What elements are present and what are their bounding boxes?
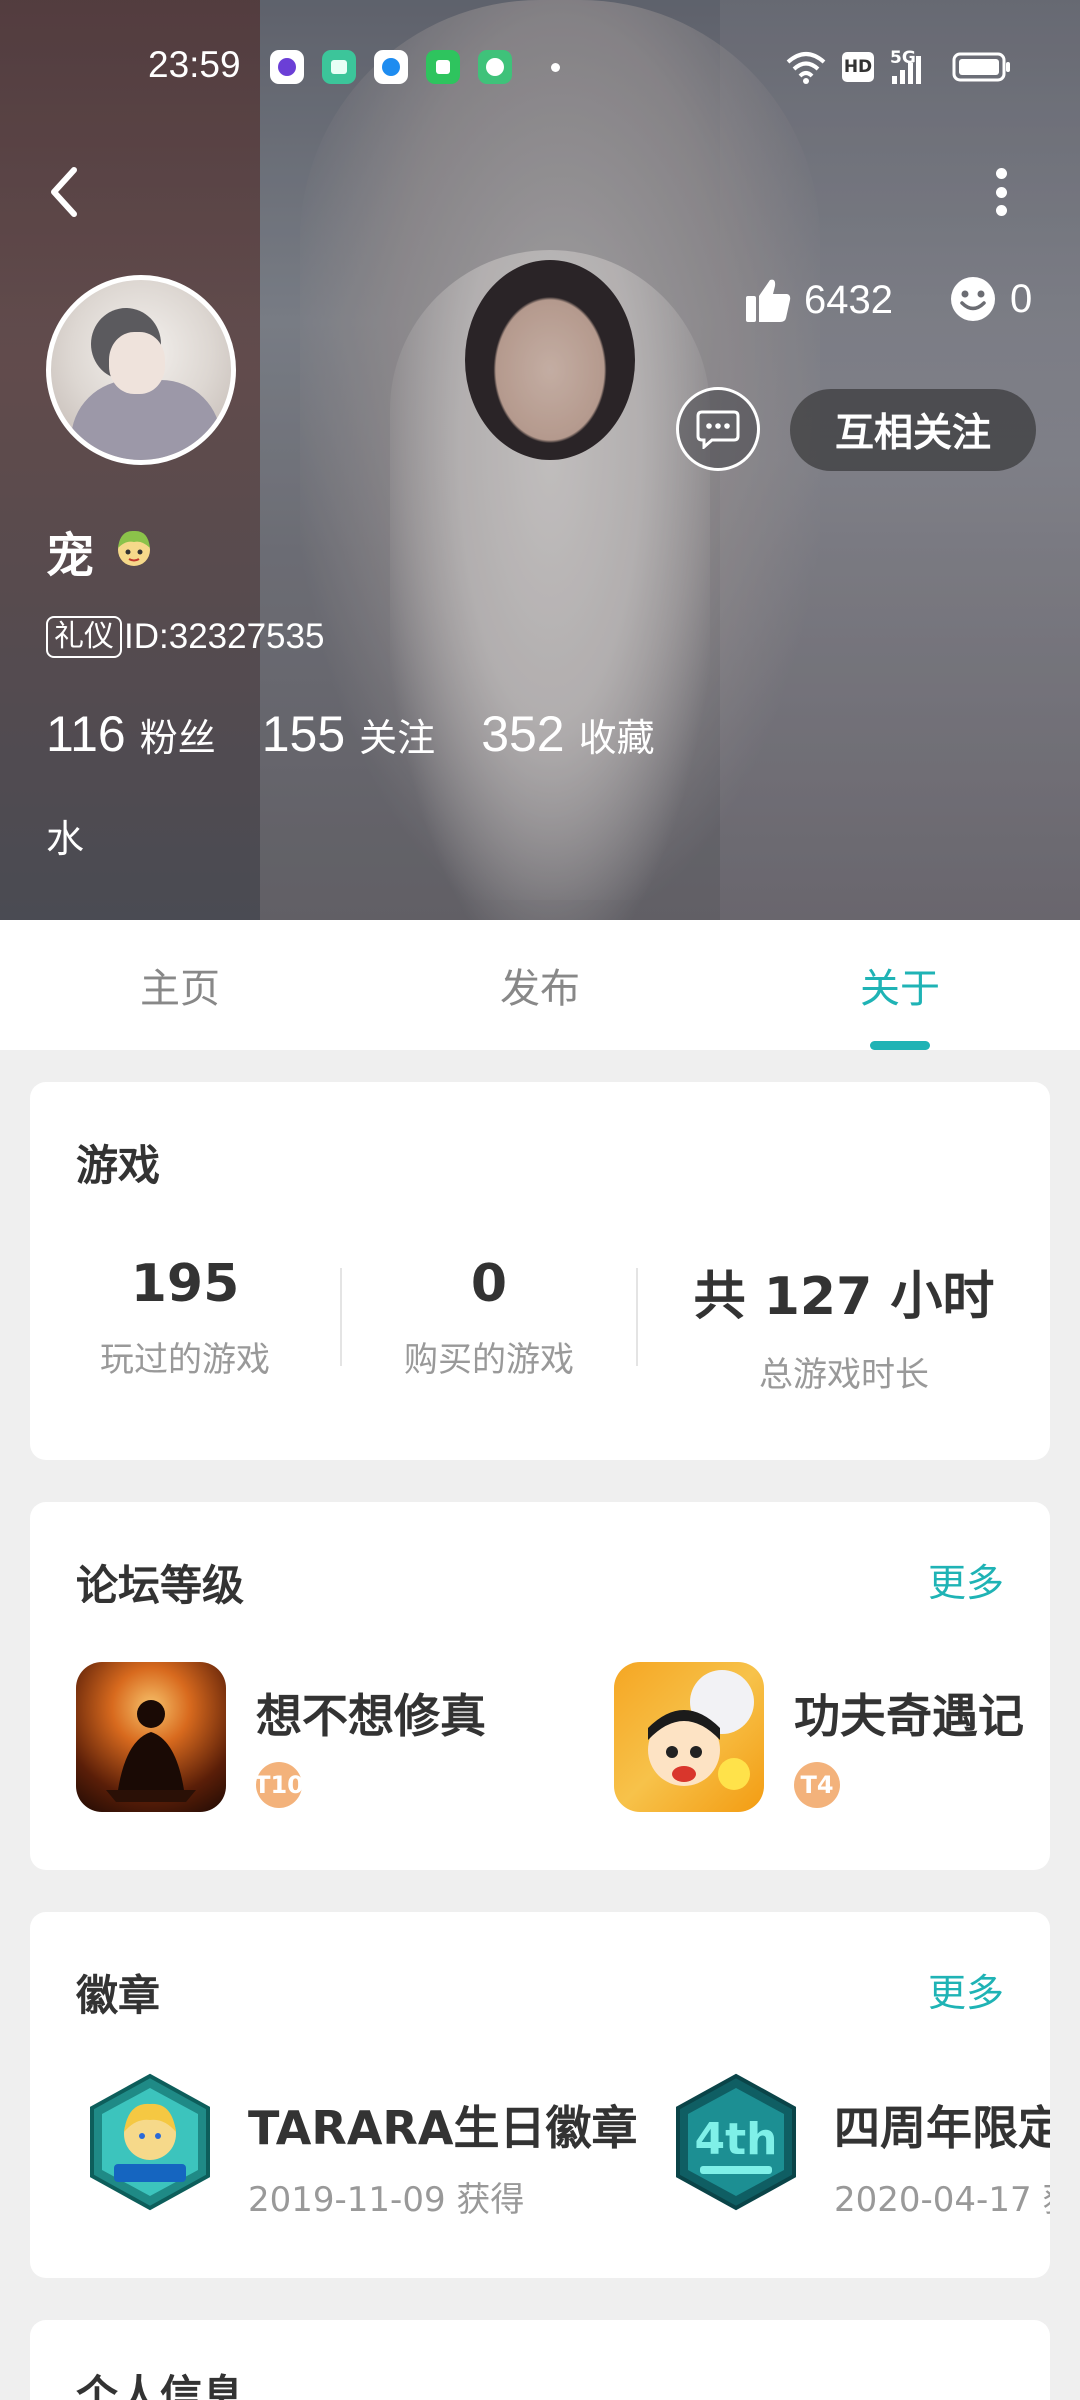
level-badge: T4: [794, 1762, 840, 1808]
forum-level-card: 论坛等级 更多 想不想修真 T10 功夫奇遇记 T4: [30, 1502, 1050, 1870]
user-id: ID:32327535: [124, 617, 325, 656]
more-notifications-dot: [551, 63, 560, 72]
profile-tabs: 主页 发布 关于: [0, 920, 1080, 1050]
total-playtime-stat[interactable]: 共 127 小时 总游戏时长: [638, 1254, 1050, 1395]
chat-bubble-icon: [696, 410, 740, 449]
message-button[interactable]: [676, 387, 760, 471]
following-stat[interactable]: 155 关注: [262, 705, 435, 763]
status-time: 23:59: [148, 44, 241, 85]
level-badge: T10: [254, 1762, 304, 1808]
profile-bio: 水: [46, 817, 85, 861]
smile-icon: [951, 277, 995, 321]
forum-item[interactable]: 想不想修真 T10: [76, 1662, 486, 1812]
mutual-follow-button[interactable]: 互相关注: [790, 389, 1036, 471]
purchased-games-stat[interactable]: 0 购买的游戏: [342, 1254, 636, 1384]
battery-icon: [952, 52, 1010, 82]
game-icon: [614, 1662, 764, 1812]
thumbs-up-icon: [746, 279, 791, 322]
badges-more-link[interactable]: 更多: [928, 1962, 1004, 2017]
smile-value: 0: [1010, 276, 1033, 321]
avatar[interactable]: [46, 275, 236, 465]
back-button[interactable]: [44, 162, 88, 222]
cloud-app-icon: [374, 50, 408, 84]
birthday-badge-icon: [90, 2073, 210, 2211]
games-stats: 195 玩过的游戏 0 购买的游戏 共 127 小时 总游戏时长: [30, 1254, 1050, 1395]
tab-posts[interactable]: 发布: [360, 920, 720, 1050]
green-app-icon: [322, 50, 356, 84]
tab-about[interactable]: 关于: [720, 920, 1080, 1050]
role-tag: 礼仪: [46, 616, 122, 658]
favorites-stat[interactable]: 352 收藏: [481, 705, 654, 763]
games-title: 游戏: [76, 1141, 161, 1190]
likes-value: 6432: [804, 277, 893, 322]
anniversary-badge-icon: 4th: [676, 2073, 796, 2211]
profile-stats: 116 粉丝 155 关注 352 收藏: [46, 705, 701, 763]
chevron-left-icon: [51, 167, 77, 217]
status-bar: 23:59 HD 5G: [0, 0, 1080, 135]
forum-item[interactable]: 功夫奇遇记 T4: [614, 1662, 1024, 1812]
camera-app-icon: [478, 50, 512, 84]
forum-more-link[interactable]: 更多: [928, 1552, 1004, 1607]
character-badge-icon: [118, 530, 150, 566]
browser-app-icon: [270, 50, 304, 84]
games-card: 游戏 195 玩过的游戏 0 购买的游戏 共 127 小时 总游戏时长: [30, 1082, 1050, 1460]
badges-title: 徽章: [76, 1971, 161, 2020]
more-options-button[interactable]: [986, 160, 1016, 224]
played-games-stat[interactable]: 195 玩过的游戏: [30, 1254, 340, 1384]
likes-count[interactable]: 6432: [744, 276, 893, 324]
followers-stat[interactable]: 116 粉丝: [46, 705, 216, 763]
personal-info-title: 个人信息: [76, 2371, 245, 2400]
hd-icon: HD: [842, 52, 874, 82]
more-vertical-icon: [995, 168, 1007, 179]
forum-level-title: 论坛等级: [76, 1561, 245, 1610]
signal-icon: [892, 56, 921, 84]
wifi-icon: [786, 52, 826, 84]
game-icon: [76, 1662, 226, 1812]
svg-text:4th: 4th: [695, 2114, 778, 2165]
badges-card: 徽章 更多 TARARA生日徽章 2019-11-09 获得 4th 四周年限定…: [30, 1912, 1050, 2278]
username: 宠: [46, 528, 95, 584]
smile-count[interactable]: 0: [950, 276, 1032, 322]
store-app-icon: [426, 50, 460, 84]
tab-home[interactable]: 主页: [0, 920, 360, 1050]
